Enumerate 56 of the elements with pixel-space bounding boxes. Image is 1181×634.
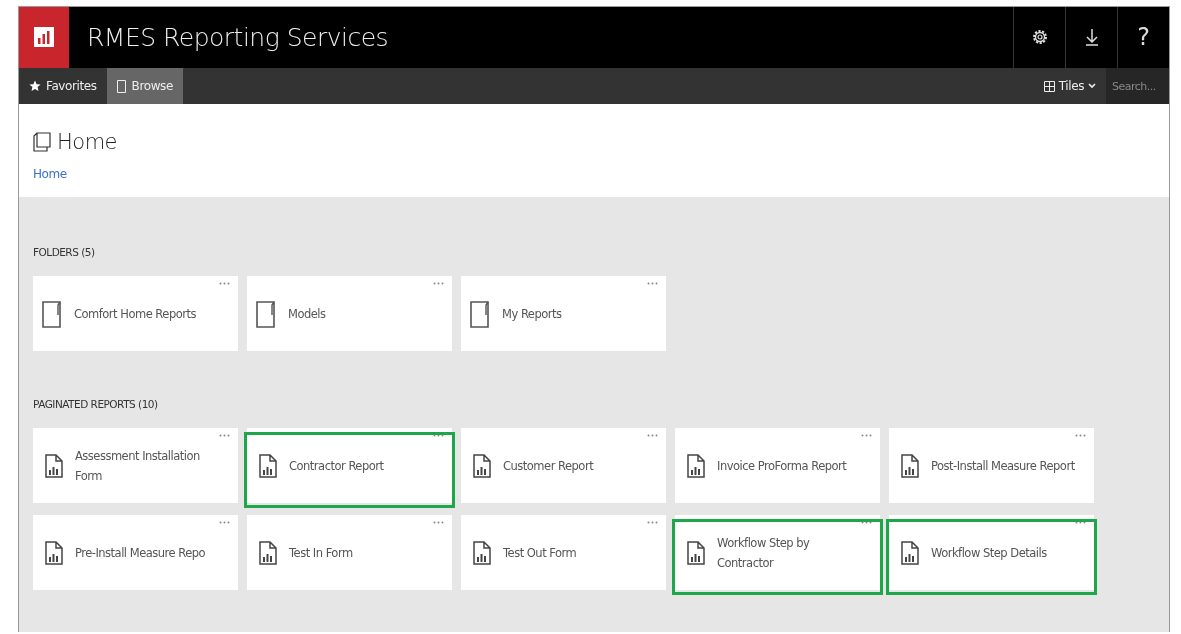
report-icon: [687, 540, 705, 565]
more-icon[interactable]: [647, 434, 658, 437]
report-icon: [473, 453, 491, 478]
folder-icon: [470, 298, 490, 329]
grid-icon: [1043, 80, 1055, 92]
report-icon: [45, 453, 63, 478]
more-icon[interactable]: [647, 521, 658, 524]
report-icon: [901, 453, 919, 478]
folder-icon: [116, 79, 127, 93]
report-icon: [45, 540, 63, 565]
report-tile[interactable]: Test Out Form: [461, 515, 666, 590]
folder-icon: [42, 298, 62, 329]
more-icon[interactable]: [433, 434, 444, 437]
more-icon[interactable]: [647, 282, 658, 285]
search-field[interactable]: Search...: [1106, 67, 1169, 105]
report-tile[interactable]: Customer Report: [461, 428, 666, 503]
app-title: RMES Reporting Services: [87, 22, 390, 52]
report-tile[interactable]: Invoice ProForma Report: [675, 428, 880, 503]
report-logo-icon[interactable]: [33, 26, 55, 49]
report-tile[interactable]: Post-Install Measure Report: [889, 428, 1094, 503]
more-icon[interactable]: [1075, 434, 1086, 437]
view-menu-button[interactable]: Tiles: [1033, 67, 1106, 105]
report-tile[interactable]: Pre-Install Measure Repo: [33, 515, 238, 590]
download-icon: [1084, 27, 1099, 48]
section-heading: FOLDERS (5): [33, 246, 95, 258]
report-icon: [259, 453, 277, 478]
more-icon[interactable]: [861, 434, 872, 437]
folder-tile[interactable]: My Reports: [461, 276, 666, 351]
report-tile[interactable]: Assessment Installation Form: [33, 428, 238, 503]
report-icon: [259, 540, 277, 565]
report-icon: [687, 453, 705, 478]
report-icon: [473, 540, 491, 565]
more-icon[interactable]: [219, 521, 230, 524]
breadcrumb-link[interactable]: Home: [33, 167, 67, 182]
more-icon[interactable]: [219, 434, 230, 437]
star-icon: [29, 80, 41, 93]
report-icon: [901, 540, 919, 565]
settings-icon: [1030, 28, 1049, 47]
report-tile[interactable]: Workflow Step by Contractor: [675, 515, 880, 590]
more-icon[interactable]: [433, 282, 444, 285]
more-icon[interactable]: [219, 282, 230, 285]
section-heading: PAGINATED REPORTS (10): [33, 398, 158, 410]
report-tile[interactable]: Workflow Step Details: [889, 515, 1094, 590]
folder-tile[interactable]: Comfort Home Reports: [33, 276, 238, 351]
more-icon[interactable]: [861, 521, 872, 524]
report-tile[interactable]: Test In Form: [247, 515, 452, 590]
chevron-icon: [1088, 83, 1096, 90]
nav-tab[interactable]: Browse: [106, 67, 183, 105]
nav-tab[interactable]: Favorites: [19, 67, 107, 105]
folder-icon: [256, 298, 276, 329]
folder-icon: [33, 132, 51, 153]
more-icon[interactable]: [1075, 521, 1086, 524]
page-title: Home: [57, 130, 117, 155]
folder-tile[interactable]: Models: [247, 276, 452, 351]
more-icon[interactable]: [433, 521, 444, 524]
report-tile[interactable]: Contractor Report: [247, 428, 452, 503]
